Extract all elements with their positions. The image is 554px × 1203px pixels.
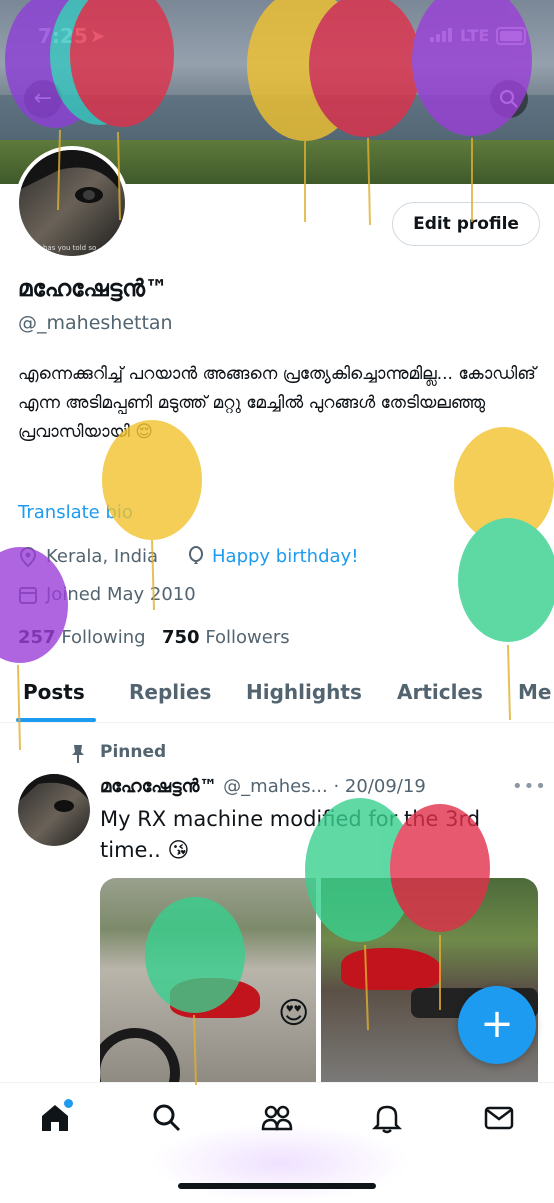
following-link[interactable]: 257 Following bbox=[18, 627, 146, 648]
location-icon bbox=[19, 546, 37, 568]
bottom-navigation bbox=[0, 1082, 554, 1203]
edit-profile-button[interactable]: Edit profile bbox=[392, 202, 540, 246]
pinned-label: Pinned bbox=[100, 742, 167, 762]
compose-button[interactable]: + bbox=[458, 986, 536, 1064]
heart-eyes-emoji: 😍 bbox=[278, 996, 310, 1031]
tab-posts[interactable]: Posts bbox=[23, 680, 85, 704]
tab-replies[interactable]: Replies bbox=[129, 680, 211, 704]
search-icon[interactable] bbox=[150, 1101, 184, 1135]
home-indicator bbox=[178, 1183, 376, 1189]
search-icon bbox=[499, 89, 518, 108]
active-tab-indicator bbox=[16, 718, 96, 722]
profile-name: മഹേഷേട്ടൻ™ bbox=[18, 276, 169, 302]
notifications-icon[interactable] bbox=[370, 1101, 404, 1135]
post-image-1[interactable]: 😍 bbox=[100, 878, 316, 1082]
post-author-handle: @_mahes... bbox=[223, 776, 328, 797]
tab-media[interactable]: Me bbox=[518, 680, 551, 704]
translate-bio-link[interactable]: Translate bio bbox=[18, 502, 133, 523]
profile-tabs: Posts Replies Highlights Articles Me bbox=[0, 668, 554, 723]
calendar-icon bbox=[19, 587, 37, 604]
balloon-icon bbox=[189, 546, 203, 564]
bike-wheel bbox=[100, 1028, 180, 1082]
post-author-avatar[interactable] bbox=[18, 774, 90, 846]
location-arrow-icon: ➤ bbox=[90, 26, 106, 47]
back-button[interactable]: ← bbox=[24, 80, 62, 118]
avatar-image bbox=[19, 150, 125, 203]
followers-count: 750 bbox=[162, 627, 200, 648]
profile-bio: എന്നെക്കുറിച്ച് പറയാൻ അങ്ങനെ പ്രത്യേകിച്… bbox=[18, 364, 536, 442]
pin-icon bbox=[72, 745, 84, 763]
signal-icon bbox=[430, 28, 454, 42]
messages-icon[interactable] bbox=[482, 1101, 516, 1135]
post-header: മഹേഷേട്ടൻ™ @_mahes... · 20/09/19 bbox=[100, 776, 540, 797]
profile-avatar[interactable]: has you told so bbox=[15, 146, 129, 260]
tab-articles[interactable]: Articles bbox=[397, 680, 483, 704]
followers-link[interactable]: 750 Followers bbox=[162, 627, 290, 648]
joined-date: Joined May 2010 bbox=[46, 584, 196, 605]
battery-icon bbox=[496, 27, 526, 45]
network-label: LTE bbox=[460, 26, 490, 45]
status-time: 7:25 bbox=[38, 24, 88, 48]
home-notification-dot bbox=[62, 1097, 75, 1110]
birthday-link[interactable]: Happy birthday! bbox=[212, 546, 358, 567]
following-label: Following bbox=[61, 627, 146, 648]
profile-location: Kerala, India bbox=[46, 546, 159, 567]
search-button[interactable] bbox=[490, 80, 528, 118]
bike-tank bbox=[341, 948, 441, 990]
post-more-button[interactable]: ••• bbox=[512, 776, 547, 797]
tab-highlights[interactable]: Highlights bbox=[246, 680, 362, 704]
avatar-caption: has you told so bbox=[43, 244, 97, 252]
profile-handle: @_maheshettan bbox=[18, 312, 173, 334]
following-count: 257 bbox=[18, 627, 56, 648]
communities-icon[interactable] bbox=[260, 1101, 294, 1135]
status-bar: 7:25 ➤ LTE bbox=[0, 20, 554, 54]
post-author-name[interactable]: മഹേഷേട്ടൻ™ bbox=[100, 776, 217, 797]
followers-label: Followers bbox=[205, 627, 290, 648]
bike-tank bbox=[170, 978, 260, 1018]
post-avatar-image bbox=[18, 774, 90, 812]
post-date: · 20/09/19 bbox=[333, 776, 426, 797]
bottom-glow bbox=[150, 1123, 410, 1203]
post-text: My RX machine modified for the 3rd time.… bbox=[100, 807, 481, 862]
